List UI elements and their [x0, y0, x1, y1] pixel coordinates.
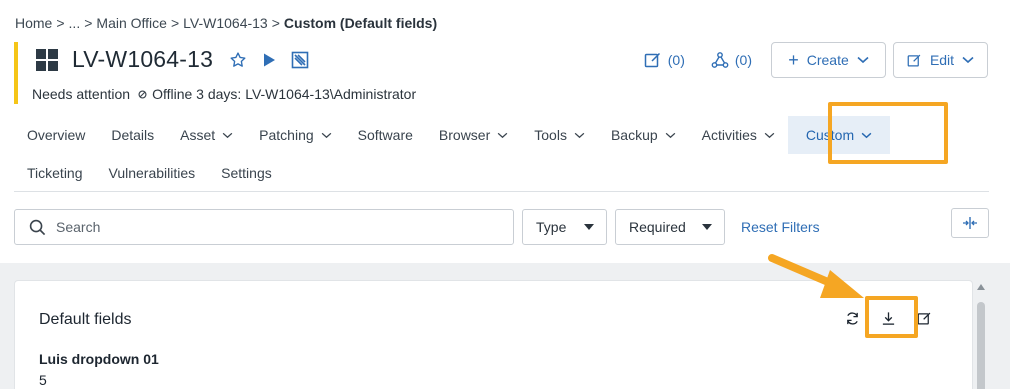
caret-down-icon — [584, 224, 594, 230]
search-box[interactable] — [14, 209, 514, 245]
filter-bar: Type Required Reset Filters — [14, 208, 989, 245]
scrollbar[interactable] — [975, 280, 987, 389]
relations-icon — [711, 52, 729, 68]
breadcrumb-separator: > — [56, 15, 65, 31]
edit-label: Edit — [929, 52, 955, 68]
chevron-down-icon — [857, 56, 869, 64]
run-play-icon[interactable] — [261, 52, 277, 68]
chevron-down-icon — [665, 132, 675, 138]
tab-tools[interactable]: Tools — [521, 116, 598, 154]
field-label: Luis dropdown 01 — [39, 351, 159, 367]
breadcrumb: Home > ... > Main Office > LV-W1064-13 >… — [15, 15, 437, 31]
create-button[interactable]: + Create — [771, 42, 886, 78]
tab-activities[interactable]: Activities — [689, 116, 788, 154]
tab-custom[interactable]: Custom — [787, 116, 891, 154]
chevron-down-icon — [764, 132, 775, 138]
tab-ticketing[interactable]: Ticketing — [14, 154, 96, 192]
device-status-line: Needs attention Offline 3 days: LV-W1064… — [32, 86, 416, 102]
tab-vulnerabilities[interactable]: Vulnerabilities — [96, 154, 209, 192]
edit-button[interactable]: Edit — [893, 42, 988, 78]
notes-counter[interactable]: (0) — [644, 51, 685, 69]
tab-settings[interactable]: Settings — [208, 154, 285, 192]
tab-row-primary: Overview Details Asset Patching Software… — [14, 116, 989, 154]
breadcrumb-ellipsis[interactable]: ... — [69, 15, 81, 31]
type-filter-dropdown[interactable]: Type — [522, 209, 607, 245]
status-text: Needs attention — [32, 86, 131, 102]
chevron-down-icon — [321, 132, 331, 138]
tab-patching[interactable]: Patching — [246, 116, 344, 154]
tab-browser[interactable]: Browser — [426, 116, 521, 154]
chevron-down-icon — [497, 132, 508, 138]
card-title: Default fields — [39, 311, 132, 328]
plus-icon: + — [788, 50, 799, 70]
chevron-down-icon — [574, 132, 585, 138]
collapse-icon — [963, 217, 977, 229]
pointer-arrow-icon — [768, 254, 864, 298]
refresh-icon[interactable] — [845, 311, 860, 331]
breadcrumb-separator: > — [271, 15, 280, 31]
chevron-down-icon — [861, 132, 872, 138]
breadcrumb-current: Custom (Default fields) — [283, 15, 438, 31]
tabs-divider — [14, 191, 989, 192]
chevron-down-icon — [962, 56, 974, 64]
tab-overview[interactable]: Overview — [14, 116, 98, 154]
required-filter-dropdown[interactable]: Required — [615, 209, 725, 245]
offline-text: Offline 3 days: LV-W1064-13\Administrato… — [152, 86, 417, 102]
favorite-star-icon[interactable] — [229, 51, 247, 69]
breadcrumb-main-office[interactable]: Main Office — [96, 15, 167, 31]
tab-backup[interactable]: Backup — [598, 116, 689, 154]
field-value: 5 — [39, 372, 47, 388]
required-filter-label: Required — [629, 219, 686, 235]
create-label: Create — [806, 52, 849, 68]
collapse-columns-button[interactable] — [951, 208, 989, 238]
caret-down-icon — [702, 224, 712, 230]
page-title: LV-W1064-13 — [72, 46, 214, 72]
relations-count: (0) — [734, 52, 752, 68]
tab-software[interactable]: Software — [345, 116, 426, 154]
edit-icon — [907, 54, 921, 67]
scroll-thumb[interactable] — [977, 302, 985, 389]
breadcrumb-separator: > — [84, 15, 93, 31]
header-counters: (0) (0) — [644, 51, 752, 69]
scroll-up-arrow-icon[interactable] — [977, 284, 985, 290]
type-filter-label: Type — [536, 219, 567, 235]
breadcrumb-device[interactable]: LV-W1064-13 — [183, 15, 268, 31]
tab-details[interactable]: Details — [98, 116, 167, 154]
breadcrumb-separator: > — [170, 15, 180, 31]
edit-fields-icon[interactable] — [917, 311, 932, 331]
windows-logo-icon — [36, 48, 58, 71]
breadcrumb-home[interactable]: Home — [15, 15, 52, 31]
tab-row-secondary: Ticketing Vulnerabilities Settings — [14, 154, 989, 192]
offline-icon — [138, 89, 147, 99]
relations-counter[interactable]: (0) — [711, 51, 752, 69]
reset-filters-link[interactable]: Reset Filters — [741, 219, 820, 235]
chevron-down-icon — [222, 132, 233, 138]
notes-count: (0) — [667, 52, 685, 68]
status-accent-bar — [14, 42, 18, 104]
search-input[interactable] — [56, 219, 496, 235]
edit-note-icon — [644, 52, 660, 68]
device-tabs: Overview Details Asset Patching Software… — [14, 116, 989, 192]
tab-asset[interactable]: Asset — [167, 116, 246, 154]
device-header: LV-W1064-13 — [36, 46, 309, 73]
remote-connect-icon[interactable] — [291, 51, 309, 69]
download-highlight — [865, 296, 918, 338]
search-icon — [29, 219, 46, 235]
